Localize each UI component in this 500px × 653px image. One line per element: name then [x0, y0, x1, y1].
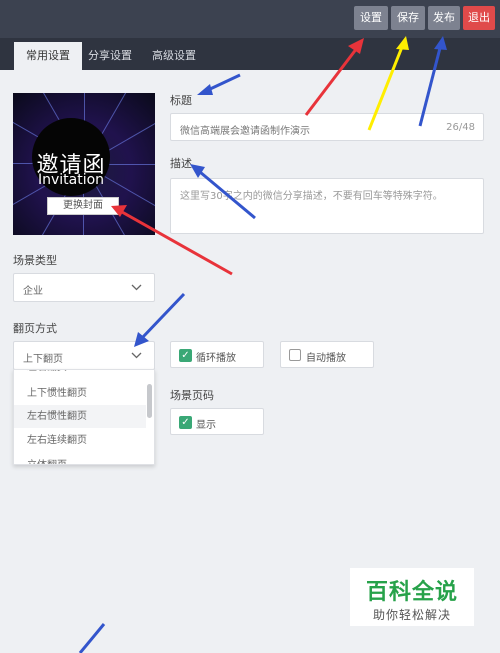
loop-play-label: 循环播放 — [196, 353, 236, 364]
publish-button[interactable]: 发布 — [428, 6, 460, 30]
exit-button[interactable]: 退出 — [463, 6, 495, 30]
auto-play-label: 自动播放 — [306, 353, 346, 364]
tab-share-settings[interactable]: 分享设置 — [76, 42, 144, 70]
arrowhead-blue-description — [190, 164, 205, 178]
auto-play-toggle[interactable]: 自动播放 — [280, 341, 374, 368]
save-button[interactable]: 保存 — [391, 6, 425, 30]
dropdown-option[interactable]: 左右惯性翻页 — [14, 405, 146, 428]
arrowhead-blue-title — [197, 84, 213, 95]
title-label: 标题 — [170, 94, 192, 107]
dropdown-option[interactable]: 上下惯性翻页 — [14, 382, 146, 405]
change-cover-button[interactable]: 更换封面 — [47, 197, 119, 215]
page-turn-value: 上下翻页 — [23, 354, 63, 365]
page-turn-dropdown: 左右翻页 上下惯性翻页 左右惯性翻页 左右连续翻页 立体翻页 — [13, 369, 155, 465]
page-turn-label: 翻页方式 — [13, 322, 57, 335]
arrow-blue-title — [207, 73, 241, 92]
dropdown-option[interactable]: 左右连续翻页 — [14, 429, 146, 452]
title-char-count: 26/48 — [446, 122, 475, 133]
tab-advanced-settings[interactable]: 高级设置 — [140, 42, 208, 70]
loop-play-toggle[interactable]: ✓ 循环播放 — [170, 341, 264, 368]
chevron-down-icon — [131, 284, 142, 291]
watermark-main-text: 百科全说 — [365, 580, 458, 605]
tab-common-settings[interactable]: 常用设置 — [14, 42, 82, 70]
check-icon: ✓ — [179, 349, 192, 362]
cover-title-en: Invitation — [37, 172, 105, 188]
scene-type-label: 场景类型 — [13, 254, 57, 267]
unchecked-box-icon — [289, 349, 301, 361]
description-label: 描述 — [170, 157, 192, 170]
description-placeholder: 这里写30字之内的微信分享描述，不要有回车等特殊字符。 — [180, 191, 443, 202]
page-number-toggle[interactable]: ✓ 显示 — [170, 408, 264, 435]
title-input[interactable]: 微信高端展会邀请函制作演示 26/48 — [170, 113, 484, 141]
title-input-value: 微信高端展会邀请函制作演示 — [180, 126, 310, 137]
chevron-down-icon — [131, 352, 142, 359]
check-icon: ✓ — [179, 416, 192, 429]
watermark-sub-text: 助你轻松解决 — [372, 608, 451, 622]
scene-type-value: 企业 — [23, 286, 43, 297]
tab-bar: 常用设置 分享设置 高级设置 — [0, 38, 500, 70]
dropdown-option[interactable]: 立体翻页 — [14, 454, 146, 464]
description-textarea[interactable]: 这里写30字之内的微信分享描述，不要有回车等特殊字符。 — [170, 178, 484, 234]
watermark-logo: 百科全说 助你轻松解决 — [350, 568, 474, 626]
dropdown-option[interactable]: 左右翻页 — [14, 370, 146, 379]
page-number-show-label: 显示 — [196, 420, 216, 431]
dropdown-scrollbar[interactable] — [147, 384, 152, 418]
scene-type-select[interactable]: 企业 — [13, 273, 155, 302]
page-turn-select[interactable]: 上下翻页 — [13, 341, 155, 370]
arrow-blue-bottom — [78, 623, 106, 653]
settings-button[interactable]: 设置 — [354, 6, 388, 30]
page-number-label: 场景页码 — [170, 389, 214, 402]
top-toolbar: 设置 保存 发布 退出 — [0, 0, 500, 38]
